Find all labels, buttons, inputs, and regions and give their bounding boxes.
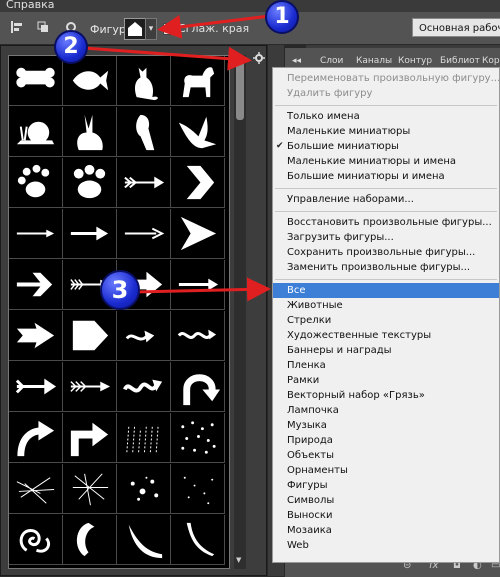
annotation-overlay	[83, 14, 271, 302]
annotation-badge-2: 2	[54, 30, 88, 64]
annotation-arrow-3	[134, 277, 271, 302]
annotation-badge-1: 1	[265, 0, 299, 34]
annotation-arrow-2	[83, 46, 252, 71]
annotation-badge-3: 3	[100, 270, 140, 310]
annotation-arrow-1	[157, 14, 271, 39]
